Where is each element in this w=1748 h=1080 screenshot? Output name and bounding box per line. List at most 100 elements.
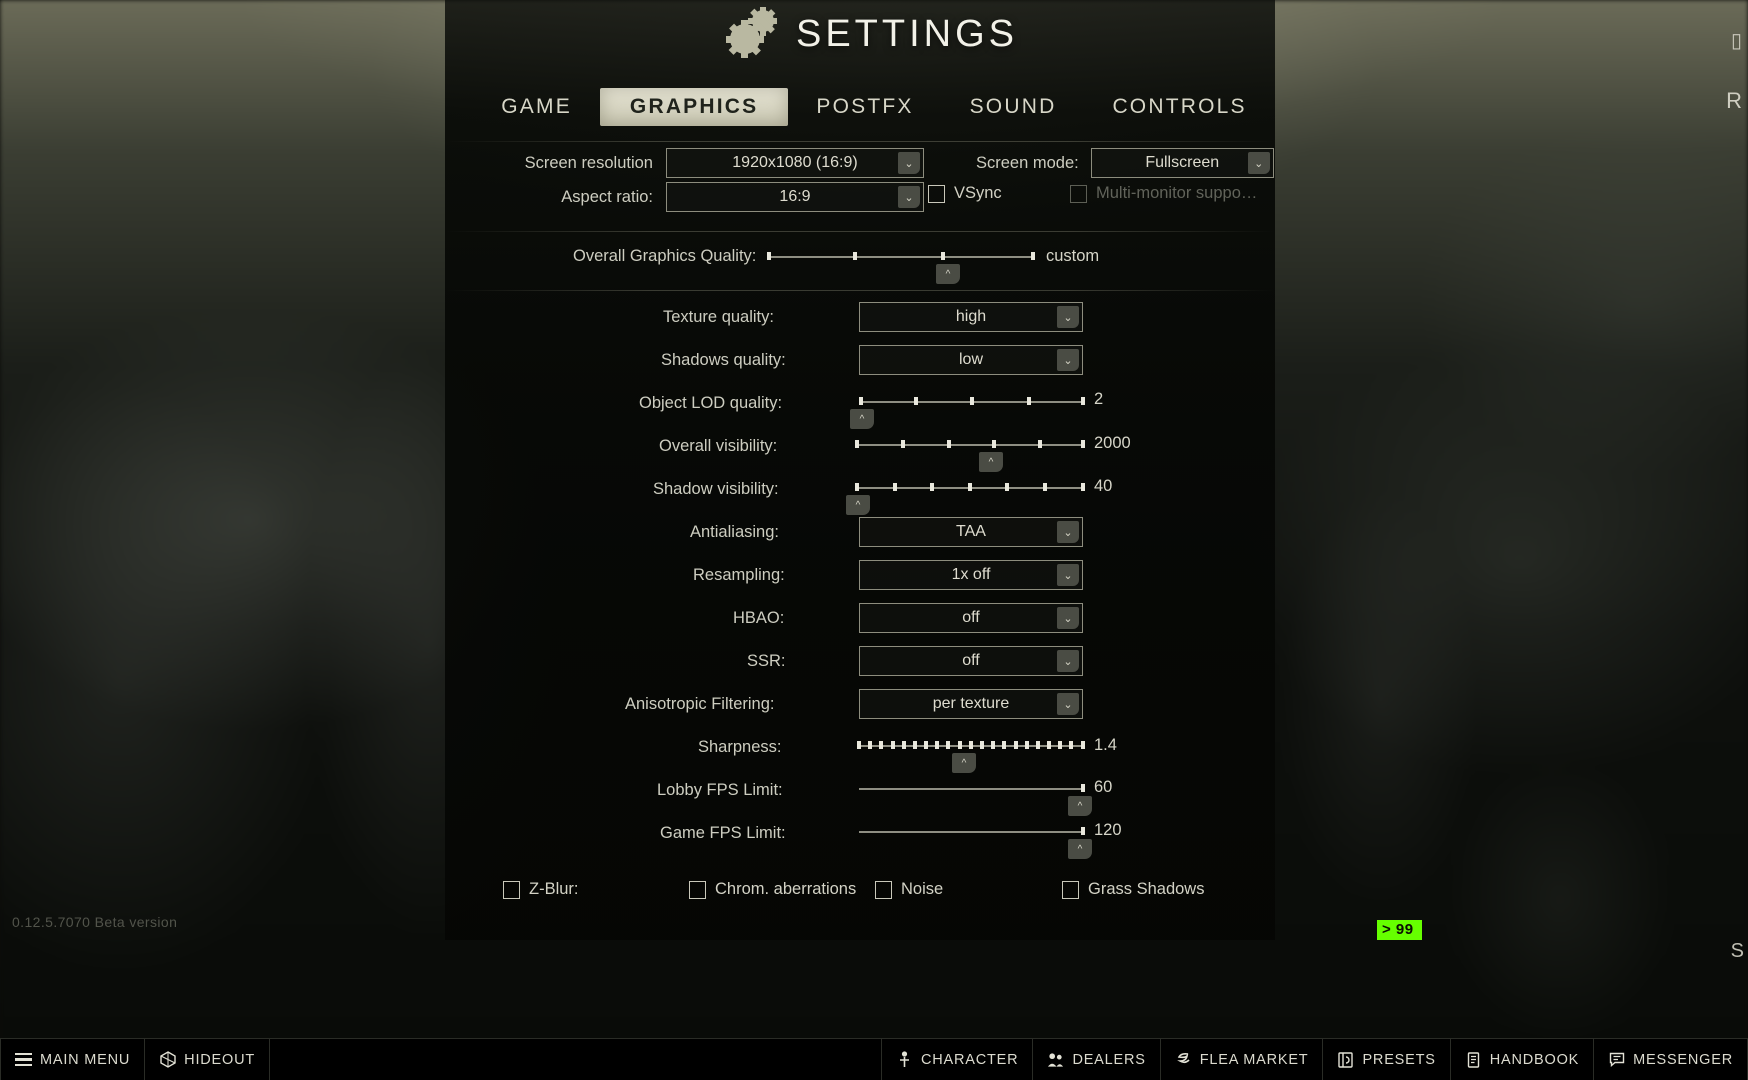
aspect-ratio-label: Aspect ratio: bbox=[561, 187, 653, 206]
shadow-visibility-label: Shadow visibility: bbox=[653, 480, 779, 498]
checkbox-box[interactable] bbox=[875, 880, 892, 899]
shadow-visibility-slider[interactable]: ^ bbox=[846, 483, 1085, 515]
slider-tick bbox=[1035, 741, 1040, 749]
game-fps-limit-row: Game FPS Limit: bbox=[660, 824, 786, 843]
lobby-fps-limit-row: Lobby FPS Limit: bbox=[657, 781, 783, 800]
overall-visibility-label: Overall visibility: bbox=[659, 437, 778, 455]
grass-shadows-checkbox[interactable]: Grass Shadows bbox=[1062, 880, 1204, 899]
slider-tick bbox=[901, 741, 906, 749]
screen-resolution-value: 1920x1080 (16:9) bbox=[732, 154, 858, 171]
screen-resolution-select[interactable]: 1920x1080 (16:9) ⌄ bbox=[666, 148, 924, 178]
settings-panel bbox=[445, 0, 1275, 940]
slider-tick bbox=[991, 741, 996, 749]
tab-postfx[interactable]: POSTFX bbox=[788, 89, 941, 125]
antialiasing-select[interactable]: TAA ⌄ bbox=[859, 517, 1083, 547]
checkbox-box[interactable] bbox=[928, 184, 945, 203]
chevron-down-icon[interactable]: ⌄ bbox=[1057, 607, 1079, 629]
taskbar-item-hideout[interactable]: HIDEOUT bbox=[145, 1039, 271, 1080]
slider-tick bbox=[935, 741, 940, 749]
slider-tick bbox=[1058, 741, 1063, 749]
taskbar-label: CHARACTER bbox=[921, 1051, 1019, 1068]
slider-handle[interactable]: ^ bbox=[850, 409, 874, 429]
taskbar-label: DEALERS bbox=[1072, 1051, 1146, 1068]
screen-resolution-row: Screen resolution 1920x1080 (16:9) ⌄ bbox=[513, 148, 924, 178]
overall-visibility-value: 2000 bbox=[1094, 434, 1131, 452]
ssr-label: SSR: bbox=[747, 652, 786, 670]
tab-sound[interactable]: SOUND bbox=[942, 89, 1085, 125]
slider-handle[interactable]: ^ bbox=[1068, 839, 1092, 859]
noise-checkbox[interactable]: Noise bbox=[875, 880, 943, 899]
hbao-value: off bbox=[962, 609, 980, 626]
taskbar-item-dealers[interactable]: DEALERS bbox=[1033, 1039, 1161, 1080]
aspect-ratio-select[interactable]: 16:9 ⌄ bbox=[666, 182, 924, 212]
slider-tick bbox=[957, 741, 962, 749]
chrom-aberrations-checkbox[interactable]: Chrom. aberrations bbox=[689, 880, 856, 899]
slider-tick bbox=[1002, 741, 1007, 749]
tab-graphics[interactable]: GRAPHICS bbox=[599, 88, 789, 126]
chevron-down-icon[interactable]: ⌄ bbox=[1247, 152, 1270, 174]
person-icon bbox=[896, 1051, 913, 1068]
taskbar-item-handbook[interactable]: HANDBOOK bbox=[1451, 1039, 1595, 1080]
settings-header: SETTINGS bbox=[0, 6, 1748, 65]
taskbar-label: HANDBOOK bbox=[1489, 1051, 1580, 1068]
anisotropic-filtering-select[interactable]: per texture ⌄ bbox=[859, 689, 1083, 719]
slider-handle[interactable]: ^ bbox=[979, 452, 1003, 472]
taskbar-item-character[interactable]: CHARACTER bbox=[881, 1039, 1034, 1080]
z-blur-checkbox[interactable]: Z-Blur: bbox=[503, 880, 579, 899]
checkbox-box[interactable] bbox=[1062, 880, 1079, 899]
taskbar-item-flea-market[interactable]: FLEA MARKET bbox=[1161, 1039, 1324, 1080]
slider-tick bbox=[868, 741, 873, 749]
ssr-select[interactable]: off ⌄ bbox=[859, 646, 1083, 676]
screen-mode-select[interactable]: Fullscreen ⌄ bbox=[1090, 148, 1274, 178]
page-title: SETTINGS bbox=[795, 12, 1019, 55]
game-fps-limit-label: Game FPS Limit: bbox=[660, 824, 786, 842]
resampling-row: Resampling: bbox=[693, 566, 785, 585]
chevron-down-icon[interactable]: ⌄ bbox=[1057, 306, 1079, 328]
chevron-down-icon[interactable]: ⌄ bbox=[1057, 693, 1079, 715]
overall-graphics-quality-slider[interactable]: ^ bbox=[767, 252, 1035, 284]
checkbox-box[interactable] bbox=[689, 880, 706, 899]
slider-handle[interactable]: ^ bbox=[846, 495, 870, 515]
chevron-down-icon[interactable]: ⌄ bbox=[1057, 521, 1079, 543]
object-lod-quality-value: 2 bbox=[1094, 390, 1104, 408]
texture-quality-value: high bbox=[955, 308, 987, 325]
chevron-down-icon[interactable]: ⌄ bbox=[1057, 349, 1079, 371]
taskbar-item-messenger[interactable]: MESSENGER bbox=[1594, 1039, 1748, 1080]
vsync-checkbox[interactable]: VSync bbox=[928, 184, 1002, 203]
taskbar-label: FLEA MARKET bbox=[1199, 1051, 1309, 1068]
tab-controls[interactable]: CONTROLS bbox=[1084, 89, 1274, 125]
texture-quality-select[interactable]: high ⌄ bbox=[859, 302, 1083, 332]
lobby-fps-limit-slider[interactable]: ^ bbox=[859, 784, 1092, 816]
game-fps-limit-slider[interactable]: ^ bbox=[859, 827, 1092, 859]
shadows-quality-select[interactable]: low ⌄ bbox=[859, 345, 1083, 375]
version-text: 0.12.5.7070 Beta version bbox=[12, 914, 178, 930]
shadows-quality-row: Shadows quality: bbox=[661, 351, 786, 370]
slider-tick bbox=[857, 741, 861, 749]
slider-handle[interactable]: ^ bbox=[1068, 796, 1092, 816]
chevron-down-icon[interactable]: ⌄ bbox=[898, 186, 920, 208]
edge-glyph-bottom: S bbox=[1730, 940, 1744, 962]
resampling-select[interactable]: 1x off ⌄ bbox=[859, 560, 1083, 590]
slider-handle[interactable]: ^ bbox=[952, 753, 976, 773]
chevron-down-icon[interactable]: ⌄ bbox=[1057, 650, 1079, 672]
taskbar-item-main-menu[interactable]: MAIN MENU bbox=[0, 1039, 146, 1080]
tab-game[interactable]: GAME bbox=[473, 89, 600, 125]
object-lod-quality-slider[interactable]: ^ bbox=[850, 397, 1085, 429]
overall-visibility-row: Overall visibility: bbox=[659, 437, 777, 456]
taskbar-right-group: CHARACTER DEALERS FLEA MARKET PRESETS HA… bbox=[881, 1039, 1748, 1080]
notification-badge[interactable]: > 99 bbox=[1377, 920, 1422, 940]
chevron-down-icon[interactable]: ⌄ bbox=[1057, 564, 1079, 586]
slider-tick bbox=[1013, 741, 1018, 749]
taskbar-item-presets[interactable]: PRESETS bbox=[1323, 1039, 1451, 1080]
hbao-label: HBAO: bbox=[733, 609, 785, 627]
screen-resolution-label: Screen resolution bbox=[524, 153, 653, 172]
overall-visibility-slider[interactable]: ^ bbox=[855, 440, 1085, 472]
hbao-select[interactable]: off ⌄ bbox=[859, 603, 1083, 633]
checkbox-box[interactable] bbox=[503, 880, 520, 899]
sharpness-slider[interactable]: ^ bbox=[857, 741, 1085, 773]
chevron-down-icon[interactable]: ⌄ bbox=[898, 152, 920, 174]
sharpness-row: Sharpness: bbox=[698, 738, 781, 757]
z-blur-label: Z-Blur: bbox=[529, 880, 579, 898]
slider-handle[interactable]: ^ bbox=[936, 264, 960, 284]
ssr-value: off bbox=[962, 652, 980, 669]
